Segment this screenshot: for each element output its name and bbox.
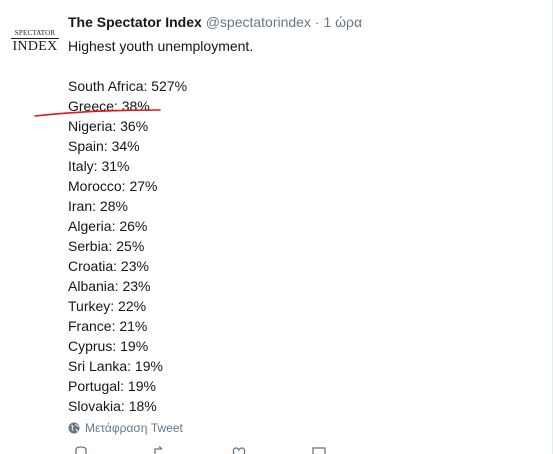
tweet-actions [68, 446, 368, 454]
translate-tweet-link[interactable]: Μετάφραση Tweet [68, 421, 183, 435]
translate-label: Μετάφραση Tweet [85, 421, 183, 435]
tweet: SPECTATOR INDEX The Spectator Index @spe… [0, 0, 553, 454]
reply-icon[interactable] [74, 446, 88, 454]
retweet-icon[interactable] [152, 446, 168, 454]
message-icon[interactable] [312, 446, 326, 454]
globe-icon [68, 422, 80, 434]
heart-icon[interactable] [232, 446, 246, 454]
red-underline-annotation [34, 109, 161, 117]
